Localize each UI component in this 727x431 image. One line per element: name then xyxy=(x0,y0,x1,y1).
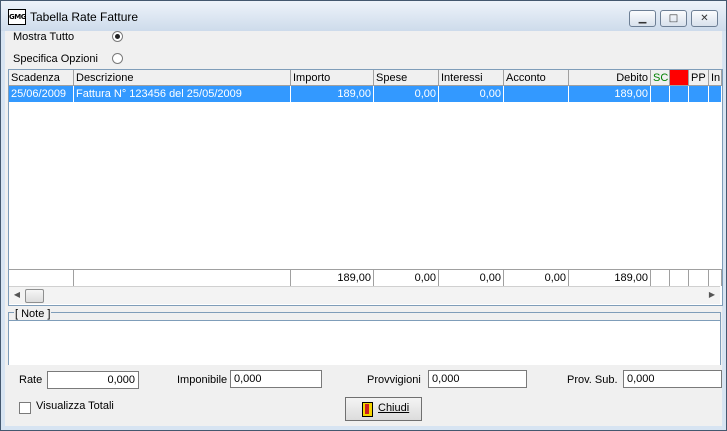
col-header-scadenza[interactable]: Scadenza xyxy=(9,70,74,86)
col-header-debito[interactable]: Debito xyxy=(569,70,651,86)
total-in xyxy=(709,269,722,286)
cell-descrizione[interactable]: Fattura N° 123456 del 25/05/2009 xyxy=(74,86,291,102)
imponibile-field[interactable]: 0,000 xyxy=(230,370,322,388)
total-sc xyxy=(651,269,670,286)
cell-debito[interactable]: 189,00 xyxy=(569,86,651,102)
total-debito: 189,00 xyxy=(569,269,651,286)
provvigioni-label: Provvigioni xyxy=(367,374,421,386)
cell-sc[interactable] xyxy=(651,86,670,102)
total-spese: 0,00 xyxy=(374,269,439,286)
col-header-interessi[interactable]: Interessi xyxy=(439,70,504,86)
minimize-button[interactable]: ▁ xyxy=(629,10,656,27)
col-header-sc[interactable]: SC xyxy=(651,70,670,86)
client-area: Mostra Tutto Specifica Opzioni Scadenza … xyxy=(5,31,723,426)
title-bar[interactable]: GMG Tabella Rate Fatture ▁ □ ✕ xyxy=(1,1,726,31)
total-importo: 189,00 xyxy=(291,269,374,286)
show-totals-checkbox[interactable] xyxy=(19,402,31,414)
col-header-red-flag[interactable] xyxy=(670,70,689,86)
cell-red-flag[interactable] xyxy=(670,86,689,102)
show-all-label[interactable]: Mostra Tutto xyxy=(13,31,74,43)
col-header-pp[interactable]: PP xyxy=(689,70,709,86)
prov-sub-label: Prov. Sub. xyxy=(567,374,618,386)
scroll-left-icon[interactable]: ◀ xyxy=(11,289,23,301)
cell-spese[interactable]: 0,00 xyxy=(374,86,439,102)
scroll-thumb[interactable] xyxy=(25,289,44,303)
provvigioni-field[interactable]: 0,000 xyxy=(428,370,527,388)
maximize-button[interactable]: □ xyxy=(660,10,687,27)
cell-importo[interactable]: 189,00 xyxy=(291,86,374,102)
cell-in[interactable] xyxy=(709,86,722,102)
exit-door-icon xyxy=(362,402,373,417)
total-descrizione xyxy=(74,269,291,286)
notes-label: [ Note ] xyxy=(14,308,52,320)
cell-scadenza[interactable]: 25/06/2009 xyxy=(9,86,74,102)
total-interessi: 0,00 xyxy=(439,269,504,286)
cell-pp[interactable] xyxy=(689,86,709,102)
installments-grid[interactable]: Scadenza Descrizione Importo Spese Inter… xyxy=(8,69,723,306)
rate-label: Rate xyxy=(19,374,43,386)
col-header-acconto[interactable]: Acconto xyxy=(504,70,569,86)
col-header-in[interactable]: In xyxy=(709,70,722,86)
total-pp xyxy=(689,269,709,286)
horizontal-scrollbar[interactable]: ◀ ▶ xyxy=(9,286,720,304)
close-button[interactable]: Chiudi xyxy=(345,397,422,421)
prov-sub-field[interactable]: 0,000 xyxy=(623,370,722,388)
specify-options-label[interactable]: Specifica Opzioni xyxy=(13,53,98,65)
specify-options-radio[interactable] xyxy=(112,53,123,64)
app-logo-icon: GMG xyxy=(8,9,26,25)
notes-group: [ Note ] xyxy=(8,308,721,365)
window-title: Tabella Rate Fatture xyxy=(30,10,139,24)
rate-field[interactable]: 0,000 xyxy=(47,371,139,389)
show-all-radio[interactable] xyxy=(112,31,123,42)
scroll-right-icon[interactable]: ▶ xyxy=(706,289,718,301)
col-header-descrizione[interactable]: Descrizione xyxy=(74,70,291,86)
window: GMG Tabella Rate Fatture ▁ □ ✕ Mostra Tu… xyxy=(0,0,727,431)
imponibile-label: Imponibile xyxy=(177,374,228,386)
close-window-button[interactable]: ✕ xyxy=(691,10,718,27)
notes-textarea[interactable] xyxy=(9,320,720,365)
col-header-spese[interactable]: Spese xyxy=(374,70,439,86)
show-totals-label[interactable]: Visualizza Totali xyxy=(36,400,114,412)
cell-acconto[interactable] xyxy=(504,86,569,102)
total-red-flag xyxy=(670,269,689,286)
total-scadenza xyxy=(9,269,74,286)
col-header-importo[interactable]: Importo xyxy=(291,70,374,86)
total-acconto: 0,00 xyxy=(504,269,569,286)
cell-interessi[interactable]: 0,00 xyxy=(439,86,504,102)
close-button-label: Chiudi xyxy=(378,402,410,414)
